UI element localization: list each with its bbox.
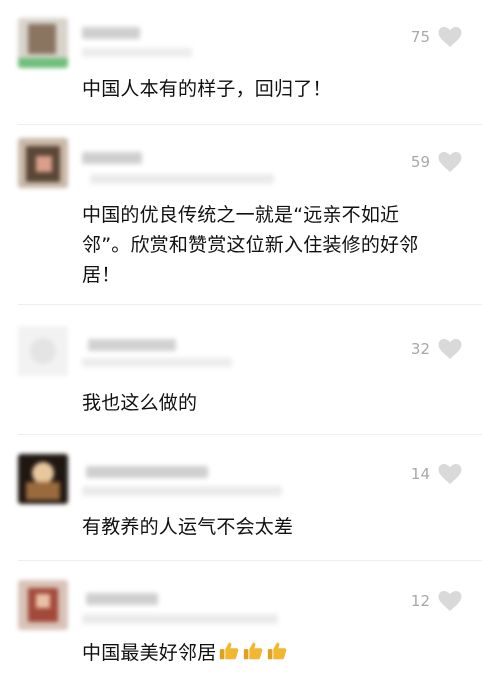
thumbs-up-icon: [220, 642, 239, 660]
comment-text: 我也这么做的: [82, 392, 198, 414]
user-meta-blurred: [82, 358, 232, 367]
like-control[interactable]: 32: [411, 336, 462, 362]
divider: [18, 304, 482, 305]
user-meta-blurred: [82, 486, 282, 496]
heart-icon[interactable]: [438, 151, 462, 173]
divider: [18, 434, 482, 435]
heart-icon[interactable]: [438, 590, 462, 612]
heart-icon[interactable]: [438, 26, 462, 48]
divider: [18, 124, 482, 125]
divider: [18, 560, 482, 561]
like-count: 75: [410, 28, 430, 46]
comment-text-body: 中国最美好邻居: [82, 642, 217, 664]
comment-text: 中国的优良传统之一就是“远亲不如近邻”。欣赏和赞赏这位新入住装修的好邻居！: [82, 204, 419, 286]
avatar[interactable]: [18, 326, 68, 376]
heart-icon[interactable]: [438, 463, 462, 485]
like-control[interactable]: 12: [411, 588, 462, 614]
like-count: 32: [410, 340, 430, 358]
user-meta-blurred: [90, 174, 274, 184]
like-count: 59: [410, 153, 430, 171]
avatar[interactable]: [18, 18, 68, 68]
comment-text: 中国最美好邻居: [82, 638, 442, 668]
heart-icon[interactable]: [438, 338, 462, 360]
like-control[interactable]: 14: [411, 461, 462, 487]
comment-text: 有教养的人运气不会太差: [82, 516, 294, 538]
username-blurred[interactable]: [86, 593, 158, 605]
like-count: 14: [410, 465, 430, 483]
thumbs-up-icon: [244, 642, 263, 660]
user-meta-blurred: [82, 48, 192, 57]
like-control[interactable]: 59: [411, 149, 462, 175]
emoji-group: [218, 640, 288, 662]
avatar[interactable]: [18, 454, 68, 504]
like-control[interactable]: 75: [411, 24, 462, 50]
username-blurred[interactable]: [86, 466, 208, 478]
avatar[interactable]: [18, 138, 68, 188]
username-blurred[interactable]: [88, 339, 176, 351]
avatar[interactable]: [18, 580, 68, 630]
thumbs-up-icon: [268, 642, 287, 660]
user-meta-blurred: [82, 614, 278, 624]
username-blurred[interactable]: [82, 27, 140, 39]
username-blurred[interactable]: [82, 152, 142, 164]
comment-text: 中国人本有的样子，回归了！: [82, 78, 332, 100]
like-count: 12: [410, 592, 430, 610]
